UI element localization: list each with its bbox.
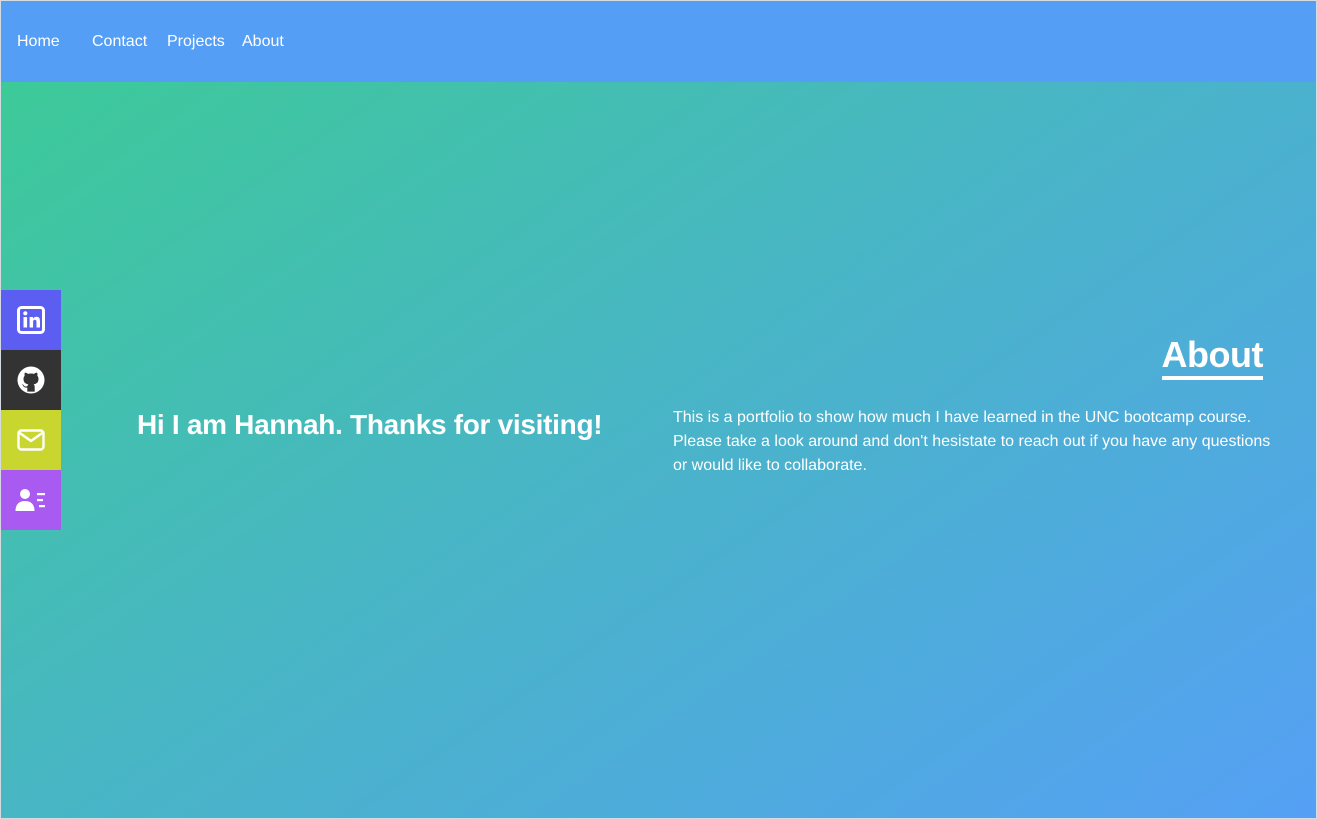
about-heading: About [1161,334,1264,380]
page: Home Contact Projects About Hi I am Hann… [0,0,1317,819]
nav-contact-link[interactable]: Contact [92,32,147,52]
nav-home-link[interactable]: Home [17,32,60,52]
github-icon [16,365,46,395]
email-link[interactable] [1,410,61,470]
contact-card-link[interactable] [1,470,61,530]
linkedin-icon [17,306,45,334]
navbar: Home Contact Projects About [1,1,1316,82]
linkedin-link[interactable] [1,290,61,350]
github-link[interactable] [1,350,61,410]
nav-projects-link[interactable]: Projects [167,32,225,52]
nav-about-link[interactable]: About [242,32,284,52]
contact-card-icon [15,488,47,512]
hero-greeting: Hi I am Hannah. Thanks for visiting! [137,409,603,440]
about-description: This is a portfolio to show how much I h… [673,409,1271,474]
email-icon [17,429,45,451]
